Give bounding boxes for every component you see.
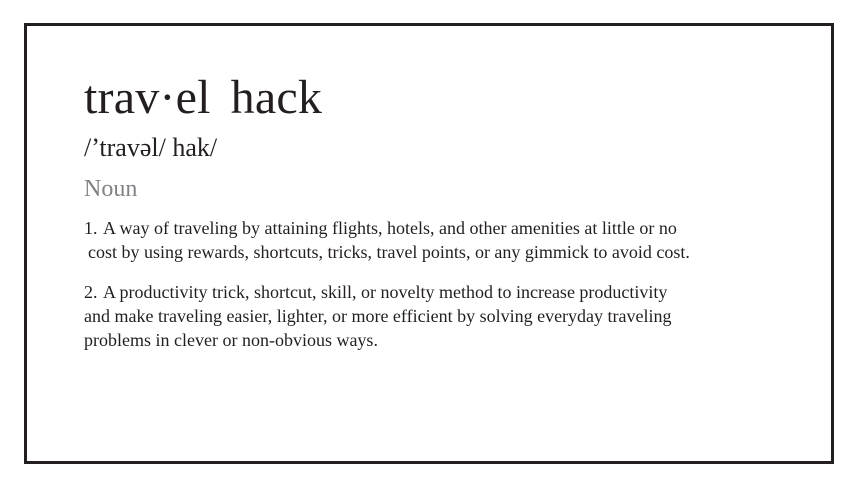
- definition-1-number: 1.: [84, 218, 98, 238]
- headword-part-1: trav·el: [84, 71, 211, 124]
- headword-part-2: hack: [230, 71, 323, 124]
- headword: trav·el hack: [84, 70, 322, 126]
- definition-1-text-line-1: A way of traveling by attaining flights,…: [103, 218, 677, 238]
- definition-2-line-1: 2. A productivity trick, shortcut, skill…: [84, 280, 784, 304]
- definition-2-number: 2.: [84, 282, 98, 302]
- part-of-speech: Noun: [84, 176, 138, 202]
- definition-1-text-line-2: cost by using rewards, shortcuts, tricks…: [88, 242, 690, 262]
- pronunciation: /’travəl/ hak/: [84, 133, 218, 162]
- definition-1-line-1: 1. A way of traveling by attaining fligh…: [84, 216, 784, 240]
- definition-2-text-line-1: A productivity trick, shortcut, skill, o…: [103, 282, 668, 302]
- definition-2: 2. A productivity trick, shortcut, skill…: [84, 280, 784, 352]
- definition-1: 1. A way of traveling by attaining fligh…: [84, 216, 784, 264]
- definition-2-text-line-2: and make traveling easier, lighter, or m…: [84, 306, 672, 326]
- definition-card: trav·el hack /’travəl/ hak/ Noun 1. A way…: [24, 23, 834, 464]
- definition-2-text-line-3: problems in clever or non-obvious ways.: [84, 330, 378, 350]
